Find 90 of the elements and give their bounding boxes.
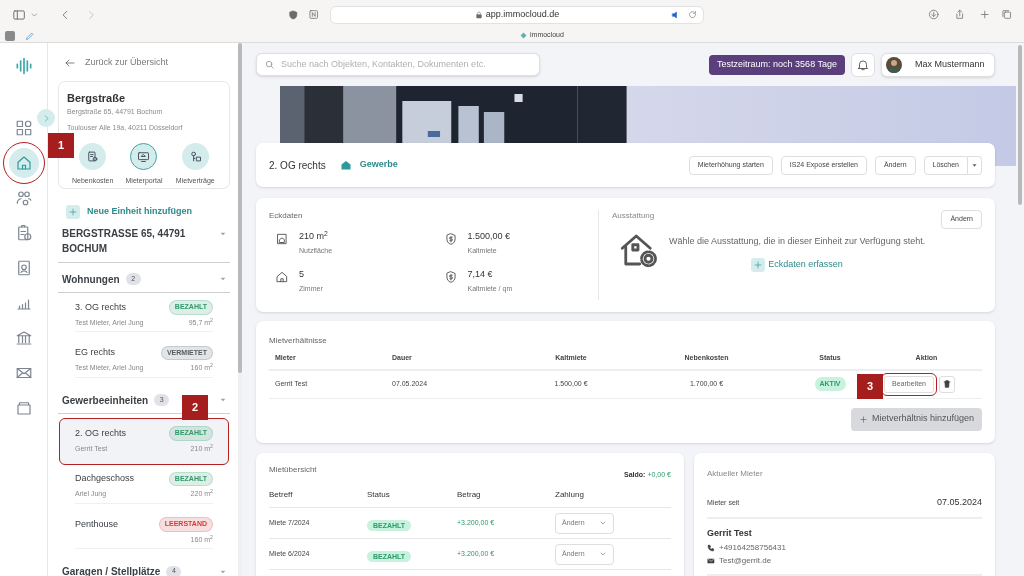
email-address: Test@gerrit.de <box>719 555 772 567</box>
expand-button[interactable] <box>37 109 55 127</box>
column-header: Betreff <box>269 489 294 501</box>
bank-icon <box>14 329 33 347</box>
lock-icon <box>474 10 483 19</box>
back-link[interactable]: Zurück zur Übersicht <box>85 56 169 70</box>
diamond-icon <box>520 32 527 39</box>
caret-icon <box>971 161 978 169</box>
trial-badge[interactable]: Testzeitraum: noch 3568 Tage <box>709 54 845 75</box>
shield-dollar-icon <box>443 232 458 246</box>
section-title: Aktueller Mieter <box>707 468 764 480</box>
unit-name: 2. OG rechts <box>75 426 127 440</box>
mail-icon <box>707 557 715 565</box>
stat-value: 5 <box>299 268 305 281</box>
user-menu-button[interactable]: Max Mustermann <box>881 52 995 77</box>
unit-title: 2. OG rechts <box>269 158 326 173</box>
add-tenancy-button[interactable]: Mietverhältnis hinzufügen <box>850 407 982 431</box>
plus-icon <box>68 206 78 217</box>
bell-icon <box>856 57 870 72</box>
callout-marker: 2 <box>182 395 208 420</box>
column-header: Status <box>367 489 391 501</box>
avatar-icon <box>886 56 902 73</box>
search-input[interactable]: Suche nach Objekten, Kontakten, Dokumenten etc. <box>281 57 532 72</box>
nav-home-button[interactable] <box>8 148 39 178</box>
plus-icon <box>753 259 764 270</box>
chevron-down-icon <box>599 550 607 558</box>
unit-name: EG rechts <box>75 346 115 360</box>
add-key-data-link[interactable]: Eckdaten erfassen <box>768 257 843 272</box>
search-field[interactable]: Suche nach Objekten, Kontakten, Dokumenten etc. <box>256 53 540 76</box>
stat-value: 7,14 € <box>467 268 494 281</box>
group-heading: Wohnungen <box>62 272 120 287</box>
add-icon[interactable] <box>66 204 80 219</box>
url-text: app.immocloud.de <box>485 7 560 21</box>
delete-button[interactable] <box>938 375 955 393</box>
group-heading: Gewerbeeinheiten <box>62 393 149 408</box>
section-title: Mietverhältnisse <box>269 335 328 347</box>
address-bar[interactable]: app.immocloud.de <box>329 5 705 24</box>
trash-icon <box>941 379 952 389</box>
shortcut-clipboard-button[interactable] <box>79 143 107 170</box>
phone-number: +49164258756431 <box>719 542 786 554</box>
add-icon[interactable] <box>751 257 766 272</box>
section-title: Ausstattung <box>612 210 655 222</box>
stat-value: 210 m$^{2}$ <box>299 230 329 243</box>
house-icon <box>275 270 289 284</box>
unit-name: Dachgeschoss <box>75 472 135 486</box>
building-heading: BERGSTRASSE 65, 44791 BOCHUM <box>62 226 187 256</box>
field-value: 07.05.2024 <box>936 496 982 509</box>
shield-icon[interactable] <box>287 8 299 21</box>
house-icon <box>339 159 352 171</box>
home-icon <box>14 154 33 172</box>
scrollbar-thumb[interactable] <box>238 43 242 373</box>
search-icon <box>264 59 275 70</box>
people-icon <box>14 189 33 207</box>
share-icon[interactable] <box>953 8 966 21</box>
unit-name: Penthouse <box>75 517 119 531</box>
equipment-hint: Wähle die Ausstattung, die in dieser Einheit zur Verfügung steht. <box>669 235 926 248</box>
sidebar-icon[interactable] <box>12 7 27 22</box>
shield-dollar-icon <box>443 270 458 284</box>
dropdown-button[interactable] <box>968 155 982 175</box>
unit-type: Gewerbe <box>359 158 398 172</box>
floorplan-icon <box>275 232 289 246</box>
callout-marker: 1 <box>48 133 74 158</box>
column-header: Zahlung <box>555 489 585 501</box>
folder-icon <box>14 399 33 417</box>
tabs-icon[interactable] <box>1000 8 1012 21</box>
notification-button[interactable] <box>851 52 875 77</box>
phone-icon <box>707 544 715 552</box>
unit-name: 3. OG rechts <box>75 300 127 314</box>
scrollbar-thumb[interactable] <box>1018 45 1022 205</box>
dropdown-caret-icon[interactable] <box>218 396 228 404</box>
plus-icon <box>858 414 868 424</box>
add-unit-link[interactable]: Neue Einheit hinzufügen <box>87 204 192 219</box>
stat-value: 1.500,00 € <box>467 230 511 243</box>
shortcut-keys-button[interactable] <box>181 143 209 170</box>
reload-icon[interactable] <box>688 10 698 19</box>
monitor-icon <box>136 149 152 164</box>
plus-icon[interactable] <box>979 8 991 21</box>
property-name: Bergstraße <box>67 90 127 106</box>
pen-icon[interactable] <box>25 30 35 41</box>
dropdown-caret-icon[interactable] <box>218 275 228 283</box>
dashboard-icon <box>14 119 33 137</box>
bookmark-icon[interactable] <box>5 30 15 41</box>
chevron-down-icon <box>599 519 607 527</box>
callout-marker: 3 <box>857 374 883 399</box>
section-title: Eckdaten <box>269 210 304 222</box>
section-title: Mietübersicht <box>269 464 317 476</box>
shortcut-monitor-button[interactable] <box>130 143 158 170</box>
download-icon[interactable] <box>928 8 940 21</box>
column-header: Betrag <box>457 489 482 501</box>
tenant-name: Gerrit Test <box>707 526 753 540</box>
